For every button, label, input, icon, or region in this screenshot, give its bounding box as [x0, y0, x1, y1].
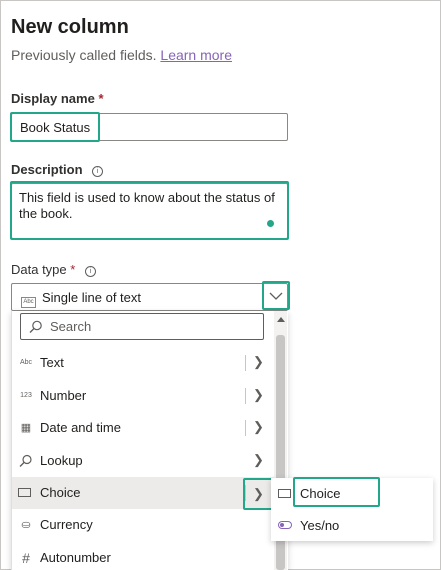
data-type-label: Data type * i — [11, 262, 96, 277]
dropdown-toggle-button[interactable] — [262, 281, 290, 310]
menu-item-text[interactable]: Abc Text ❯ — [12, 347, 274, 379]
display-name-label: Display name * — [11, 91, 104, 106]
description-highlight — [10, 181, 289, 240]
menu-item-choice[interactable]: Choice — [12, 477, 274, 509]
search-placeholder: Search — [50, 319, 92, 334]
menu-item-number[interactable]: 123 Number ❯ — [12, 380, 274, 412]
menu-item-lookup[interactable]: Lookup ❯ — [12, 445, 274, 477]
panel-subtitle: Previously called fields. Learn more — [11, 47, 232, 63]
menu-item-label: Currency — [40, 517, 93, 532]
panel-title: New column — [11, 16, 129, 38]
required-marker: * — [98, 91, 104, 106]
menu-search-input[interactable]: Search — [20, 313, 264, 340]
scroll-up-arrow-icon[interactable] — [277, 317, 285, 322]
menu-separator — [245, 388, 246, 404]
number-icon: 123 — [20, 392, 32, 399]
toggle-icon — [278, 521, 292, 529]
display-name-label-text: Display name — [11, 91, 95, 106]
chevron-right-icon: ❯ — [253, 486, 264, 501]
chevron-right-icon: ❯ — [253, 387, 264, 402]
menu-item-date-time[interactable]: ▦ Date and time ❯ — [12, 412, 274, 444]
required-marker: * — [70, 262, 76, 277]
data-type-menu: Search Abc Text ❯ 123 Number ❯ ▦ Date an… — [11, 311, 288, 570]
chevron-right-icon: ❯ — [253, 354, 264, 369]
hash-icon: # — [22, 550, 30, 566]
text-type-icon: Abc — [21, 291, 36, 309]
menu-separator — [245, 355, 246, 371]
menu-item-currency[interactable]: ⛀ Currency — [12, 509, 274, 541]
choice-expand-button[interactable]: ❯ — [243, 478, 274, 510]
submenu-choice-highlight — [293, 477, 380, 507]
calendar-icon: ▦ — [20, 422, 32, 434]
learn-more-link[interactable]: Learn more — [160, 47, 232, 63]
chevron-right-icon: ❯ — [253, 452, 264, 467]
submenu-item-label: Yes/no — [300, 518, 340, 533]
menu-item-label: Date and time — [40, 420, 121, 435]
choice-icon — [278, 489, 291, 498]
data-type-dropdown[interactable]: Abc Single line of text — [11, 283, 288, 311]
description-label-text: Description — [11, 162, 83, 177]
chevron-right-icon: ❯ — [253, 419, 264, 434]
menu-item-label: Choice — [40, 485, 81, 500]
data-type-label-text: Data type — [11, 262, 67, 277]
search-icon — [19, 454, 32, 467]
info-icon: i — [92, 166, 104, 177]
menu-separator — [245, 420, 246, 436]
submenu-item-yes-no[interactable]: Yes/no — [271, 510, 433, 541]
text-icon: Abc — [19, 359, 33, 366]
menu-item-label: Lookup — [40, 453, 83, 468]
menu-item-autonumber[interactable]: # Autonumber — [12, 542, 274, 570]
menu-item-label: Autonumber — [40, 550, 111, 565]
chevron-down-icon — [269, 292, 283, 300]
currency-icon: ⛀ — [21, 519, 31, 531]
choice-icon — [18, 488, 31, 497]
data-type-selected-value: Single line of text — [42, 290, 142, 305]
menu-item-label: Number — [40, 388, 87, 403]
subtitle-text: Previously called fields. — [11, 47, 157, 63]
info-icon: i — [84, 266, 96, 277]
description-label: Description i — [11, 162, 104, 177]
display-name-highlight — [10, 112, 100, 142]
search-icon — [29, 320, 42, 333]
menu-item-label: Text — [40, 355, 64, 370]
